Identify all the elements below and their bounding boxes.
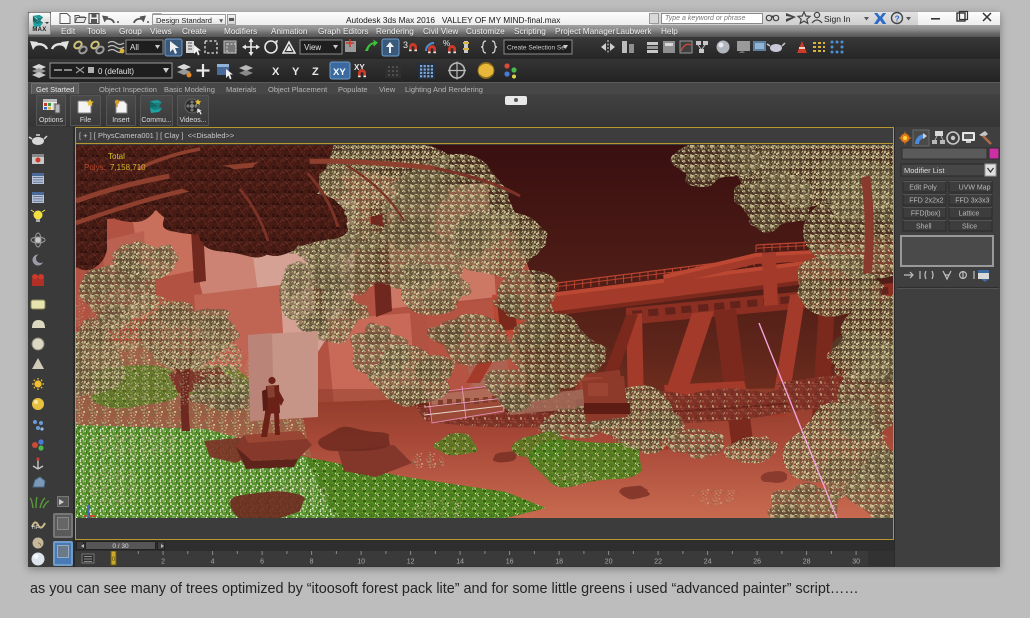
svg-text:30: 30	[852, 559, 860, 566]
svg-text:FFD 2x2x2: FFD 2x2x2	[909, 198, 943, 205]
svg-text:View: View	[304, 43, 321, 52]
svg-text:10: 10	[357, 559, 365, 566]
svg-text:2: 2	[161, 559, 165, 566]
svg-text:26: 26	[753, 559, 761, 566]
svg-text:Z: Z	[312, 66, 319, 78]
svg-text:UVW Map: UVW Map	[959, 185, 991, 192]
svg-text:6: 6	[260, 559, 264, 566]
svg-text:Lattice: Lattice	[959, 211, 980, 218]
svg-text:4: 4	[211, 559, 215, 566]
svg-text:?: ?	[895, 14, 900, 24]
svg-text:Shell: Shell	[916, 224, 932, 231]
svg-text:8: 8	[310, 559, 314, 566]
svg-text:0 (default): 0 (default)	[98, 67, 134, 76]
svg-text:12: 12	[407, 559, 415, 566]
svg-text:HF: HF	[32, 525, 39, 531]
svg-text:7,158,710: 7,158,710	[110, 163, 146, 172]
svg-text:X: X	[272, 66, 280, 78]
svg-text:14: 14	[456, 559, 464, 566]
svg-text:20: 20	[605, 559, 613, 566]
svg-text:Create Selection Se: Create Selection Se	[507, 45, 565, 52]
svg-text:All: All	[130, 43, 139, 52]
svg-text:Slice: Slice	[962, 224, 977, 231]
svg-text:FFD(box): FFD(box)	[911, 211, 941, 218]
svg-text:Y: Y	[292, 66, 300, 78]
svg-text:3: 3	[403, 40, 408, 50]
svg-text:18: 18	[555, 559, 563, 566]
svg-text:Modifier List: Modifier List	[904, 166, 945, 175]
svg-text:XY: XY	[333, 67, 346, 78]
svg-text:22: 22	[654, 559, 662, 566]
svg-text:Edit Poly: Edit Poly	[909, 185, 937, 192]
svg-text:Sign In: Sign In	[824, 14, 851, 24]
svg-text:Polys:: Polys:	[84, 163, 106, 172]
svg-text:Total: Total	[108, 152, 125, 161]
svg-text:16: 16	[506, 559, 514, 566]
svg-text:28: 28	[803, 559, 811, 566]
svg-text:24: 24	[704, 559, 712, 566]
svg-text:FFD 3x3x3: FFD 3x3x3	[955, 198, 989, 205]
